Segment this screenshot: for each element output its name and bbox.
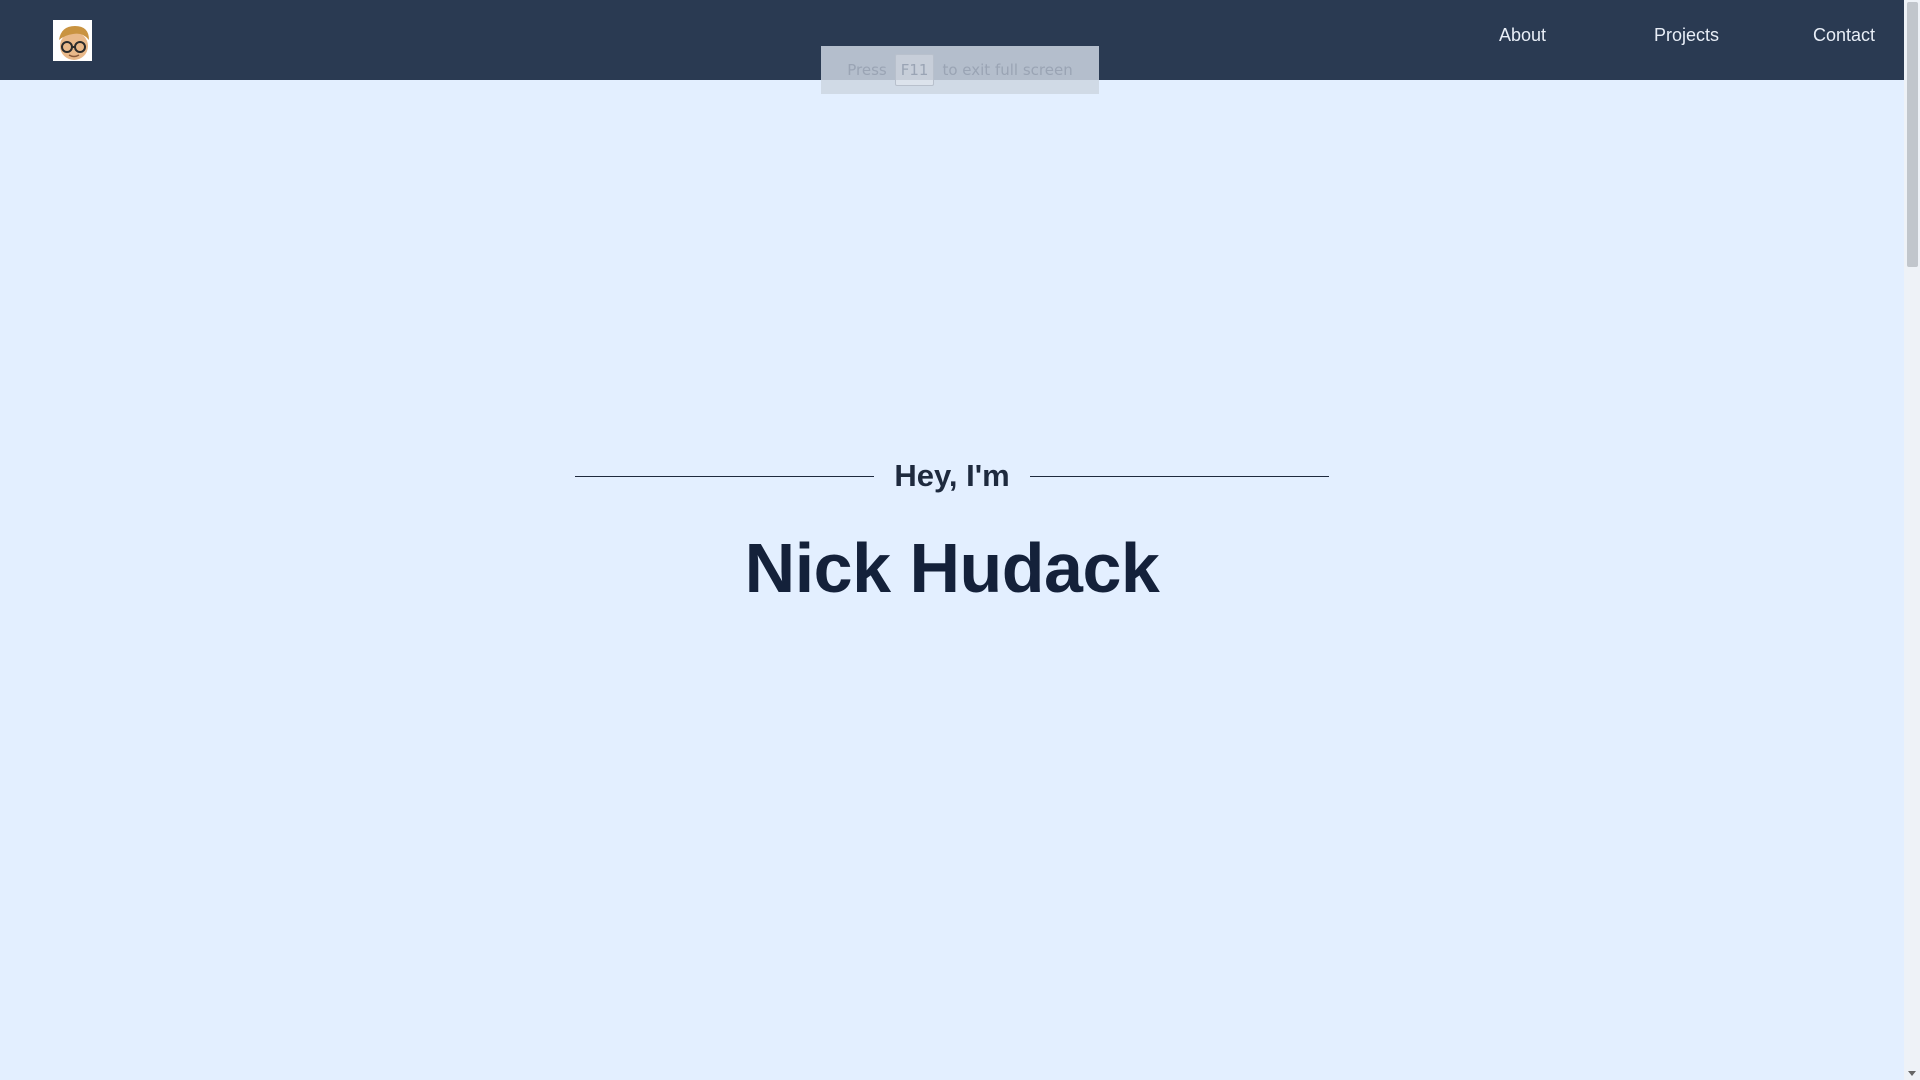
hero-greeting: Hey, I'm <box>894 458 1010 493</box>
fullscreen-exit-toast: Press F11 to exit full screen <box>821 46 1099 94</box>
avatar-icon <box>53 20 92 61</box>
toast-prefix: Press <box>847 61 887 79</box>
toast-key: F11 <box>894 54 935 86</box>
scroll-down-arrow-icon[interactable] <box>1908 1071 1916 1076</box>
scrollbar-thumb[interactable] <box>1907 2 1918 267</box>
nav-link-contact[interactable]: Contact <box>1813 25 1875 46</box>
nav-link-about[interactable]: About <box>1499 25 1546 46</box>
eyebrow-rule-right <box>1029 475 1329 477</box>
nav-link-projects[interactable]: Projects <box>1654 25 1719 46</box>
toast-suffix: to exit full screen <box>942 61 1073 79</box>
hero-eyebrow: Hey, I'm <box>575 456 1329 496</box>
avatar-logo[interactable] <box>53 20 92 61</box>
page: About Projects Contact Press F11 to exit… <box>0 0 1920 1080</box>
hero-name: Nick Hudack <box>744 529 1160 607</box>
eyebrow-rule-left <box>575 475 875 477</box>
page-scrollbar[interactable] <box>1904 0 1920 1080</box>
